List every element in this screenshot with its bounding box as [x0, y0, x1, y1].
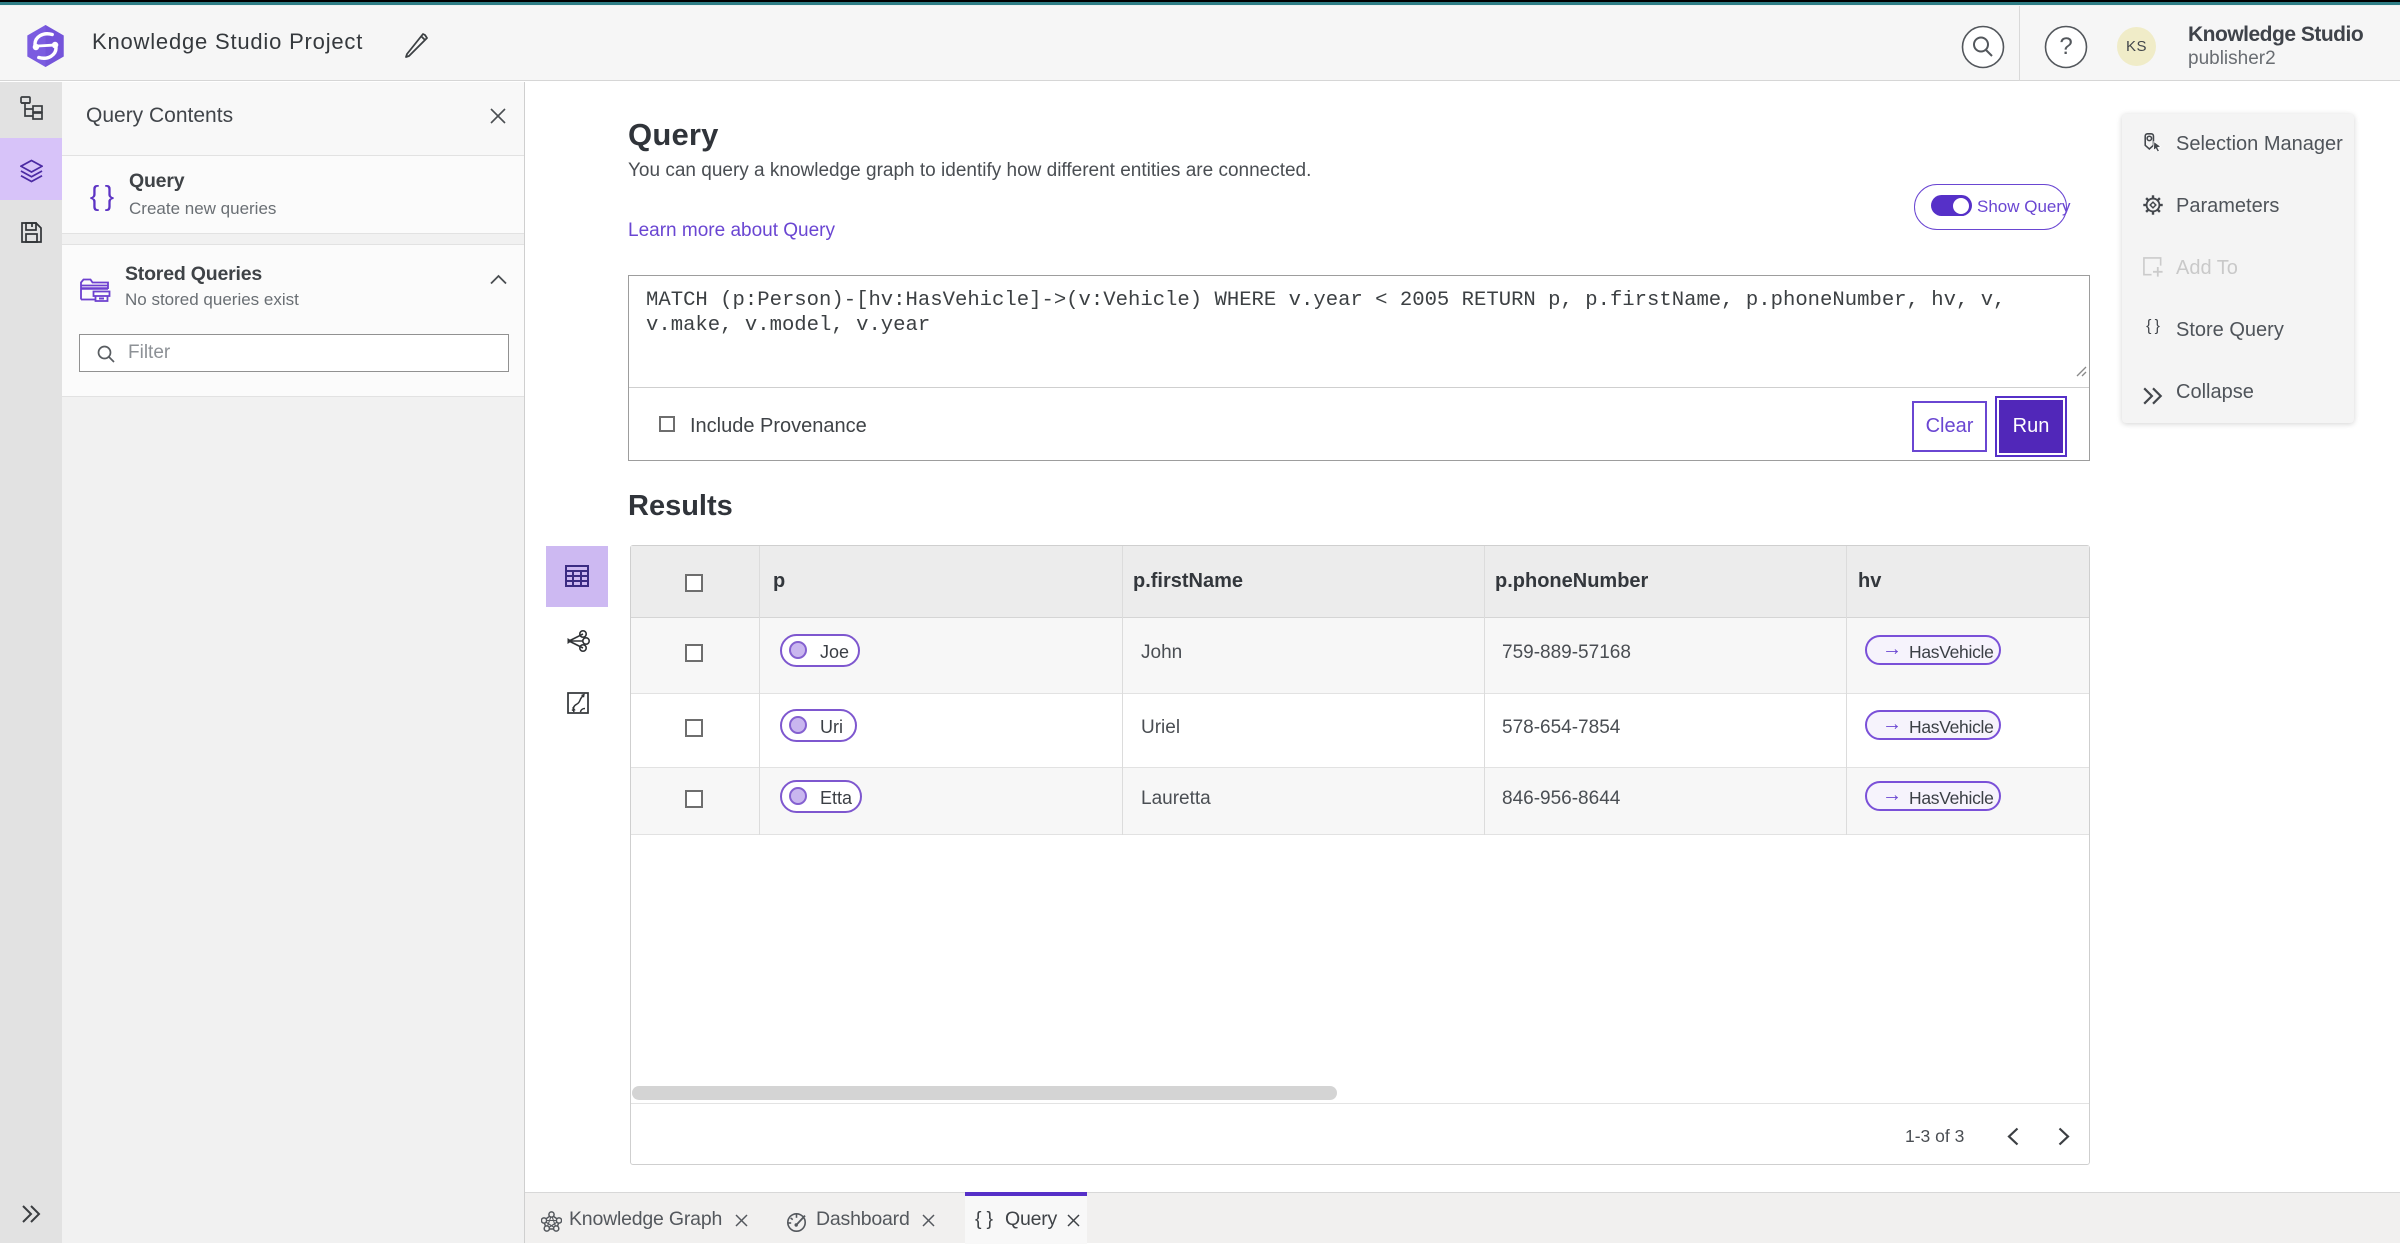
svg-text:{ }: { }: [90, 180, 114, 211]
svg-text:?: ?: [2059, 33, 2072, 60]
svg-text:{ }: { }: [2146, 318, 2160, 335]
